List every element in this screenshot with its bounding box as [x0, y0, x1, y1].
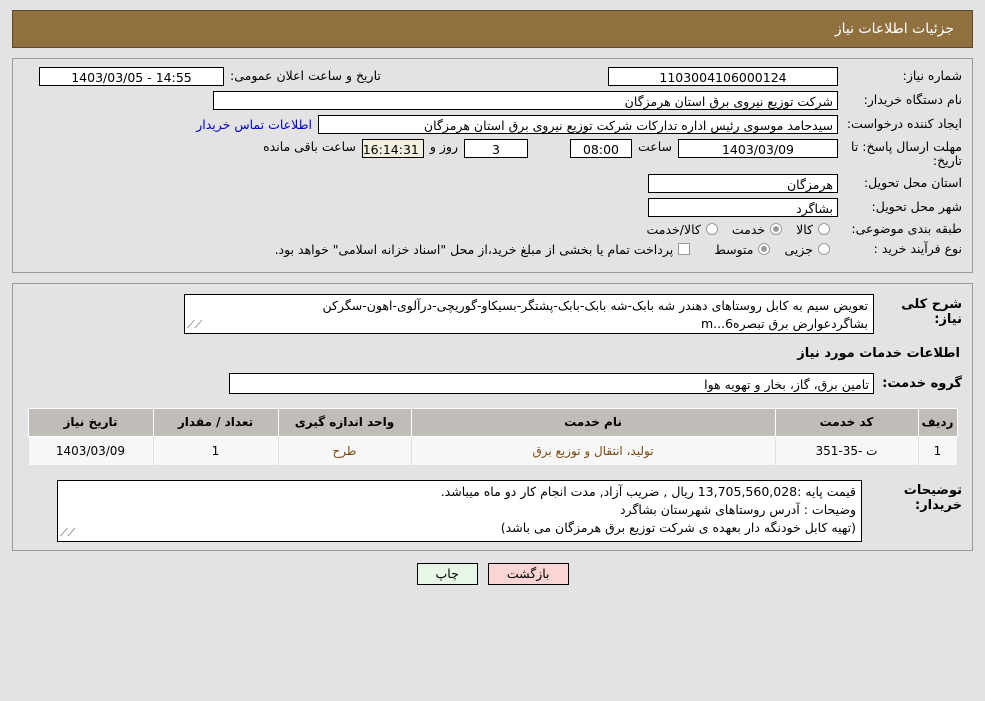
cell-row: 1	[917, 435, 958, 466]
row-category: طبقه بندی موضوعی: کالا خدمت کالا/خدمت	[23, 221, 962, 237]
cell-code: ت -35-351	[774, 435, 919, 466]
radio-icon-jozei[interactable]	[818, 243, 830, 256]
province-value: هرمزگان	[648, 173, 838, 193]
description-textarea[interactable]: تعویض سیم به کابل روستاهای دهندر شه بابک…	[184, 293, 874, 334]
services-table-header-row: ردیف کد خدمت نام خدمت واحد اندازه گیری ت…	[27, 407, 958, 437]
cell-unit: طرح	[277, 435, 412, 466]
need-number-label: شماره نیاز:	[902, 68, 962, 84]
radio-icon-kala[interactable]	[818, 223, 830, 236]
row-requester: ایجاد کننده درخواست: سیدحامد موسوی رئیس …	[23, 115, 962, 134]
buyer-notes-textarea[interactable]: قیمت پایه :13,705,560,028 ریال , ضریب آز…	[57, 479, 862, 542]
services-table: ردیف کد خدمت نام خدمت واحد اندازه گیری ت…	[27, 407, 958, 466]
radio-process-jozei[interactable]: جزیی	[784, 242, 830, 257]
cell-name: تولید، انتقال و توزیع برق	[410, 435, 776, 466]
buyer-contact-link[interactable]: اطلاعات تماس خریدار	[196, 117, 312, 132]
description-line-2: بشاگردعوارض برق تبصره6...m	[700, 315, 868, 331]
col-code: کد خدمت	[774, 407, 919, 437]
col-qty: تعداد / مقدار	[152, 407, 279, 437]
need-number-value: 1103004106000124	[608, 67, 838, 86]
col-unit: واحد اندازه گیری	[277, 407, 412, 437]
days-and-label: روز و	[429, 139, 458, 154]
resize-grip-icon[interactable]: ⟋⟋	[187, 317, 202, 333]
service-group-value: تامین برق، گاز، بخار و تهویه هوا	[229, 372, 874, 394]
buyer-notes-line-2: وضیحات : آدرس روستاهای شهرستان بشاگرد	[619, 501, 856, 517]
deadline-label: مهلت ارسال پاسخ: تا تاریخ:	[851, 139, 962, 169]
city-label: شهر محل تحویل:	[871, 199, 962, 215]
category-label: طبقه بندی موضوعی:	[851, 221, 962, 237]
back-button[interactable]: بازگشت	[487, 562, 569, 585]
buyer-org-label: نام دستگاه خریدار:	[863, 92, 962, 108]
city-value: بشاگرد	[648, 197, 838, 217]
row-service-group: گروه خدمت: تامین برق، گاز، بخار و تهویه …	[23, 372, 962, 394]
public-announce-value: 14:55 - 1403/03/05	[39, 67, 224, 86]
radio-icon-motavaset[interactable]	[758, 243, 771, 256]
remaining-clock-value: 16:14:31	[361, 139, 424, 158]
row-buyer-notes: توضیحات خریدار: قیمت پایه :13,705,560,02…	[23, 479, 962, 542]
page-header: جزئیات اطلاعات نیاز	[12, 10, 973, 48]
need-details-panel: شرح کلی نیاز: تعویض سیم به کابل روستاهای…	[12, 282, 973, 551]
table-row: 1 ت -35-351 تولید، انتقال و توزیع برق طر…	[27, 435, 958, 466]
radio-icon-khedmat[interactable]	[770, 223, 783, 236]
row-process-type: نوع فرآیند خرید : جزیی متوسط پرداخت تمام…	[23, 241, 962, 257]
radio-label-khedmat: خدمت	[731, 221, 766, 237]
radio-icon-kala-khedmat[interactable]	[705, 223, 718, 236]
row-buyer-org: نام دستگاه خریدار: شرکت توزیع نیروی برق …	[23, 91, 962, 110]
col-row: ردیف	[917, 407, 958, 437]
deadline-hour-label: ساعت	[637, 139, 672, 154]
description-label: شرح کلی نیاز:	[901, 296, 962, 327]
buyer-notes-line-3: (تهیه کابل خودنگه دار بعهده ی شرکت توزیع…	[500, 520, 856, 535]
radio-category-khedmat[interactable]: خدمت	[731, 221, 783, 237]
col-name: نام خدمت	[410, 407, 776, 437]
remaining-suffix-label: ساعت باقی مانده	[263, 139, 356, 154]
row-description: شرح کلی نیاز: تعویض سیم به کابل روستاهای…	[23, 293, 962, 334]
radio-category-kala-khedmat[interactable]: کالا/خدمت	[646, 221, 718, 237]
need-info-panel: شماره نیاز: 1103004106000124 تاریخ و ساع…	[12, 58, 973, 273]
radio-label-motavaset: متوسط	[714, 241, 754, 257]
remaining-days-value: 3	[463, 139, 528, 158]
treasury-checkbox-icon[interactable]	[678, 243, 691, 256]
buyer-notes-line-1: قیمت پایه :13,705,560,028 ریال , ضریب آز…	[440, 483, 856, 499]
buyer-org-value: شرکت توزیع نیروی برق استان هرمزگان	[213, 91, 838, 110]
treasury-checkbox-option[interactable]: پرداخت تمام یا بخشی از مبلغ خرید،از محل …	[275, 242, 691, 257]
col-date: تاریخ نیاز	[27, 407, 154, 437]
requester-value: سیدحامد موسوی رئیس اداره تدارکات شرکت تو…	[318, 115, 838, 134]
resize-grip-icon-notes[interactable]: ⟋⟋	[60, 525, 75, 541]
service-group-label: گروه خدمت:	[882, 375, 962, 391]
cell-qty: 1	[152, 435, 279, 466]
radio-process-motavaset[interactable]: متوسط	[714, 241, 771, 257]
row-need-number: شماره نیاز: 1103004106000124 تاریخ و ساع…	[23, 67, 962, 86]
radio-label-jozei: جزیی	[784, 241, 813, 257]
requester-label: ایجاد کننده درخواست:	[846, 116, 962, 132]
row-deadline: مهلت ارسال پاسخ: تا تاریخ: 1403/03/09 سا…	[23, 139, 962, 169]
province-label: استان محل تحویل:	[863, 175, 962, 191]
buyer-notes-label: توضیحات خریدار:	[903, 482, 962, 513]
deadline-time-value: 08:00	[569, 139, 632, 158]
radio-category-kala[interactable]: کالا	[796, 222, 830, 237]
row-city: شهر محل تحویل: بشاگرد	[23, 197, 962, 217]
cell-date: 1403/03/09	[27, 435, 154, 466]
button-bar: بازگشت چاپ	[0, 562, 985, 585]
radio-label-kala-khedmat: کالا/خدمت	[646, 221, 701, 237]
description-line-1: تعویض سیم به کابل روستاهای دهندر شه بابک…	[322, 297, 868, 313]
radio-label-kala: کالا	[796, 221, 813, 237]
print-button[interactable]: چاپ	[416, 562, 478, 585]
process-label: نوع فرآیند خرید :	[873, 241, 962, 257]
services-section-title: اطلاعات خدمات مورد نیاز	[797, 345, 960, 361]
treasury-text: پرداخت تمام یا بخشی از مبلغ خرید،از محل …	[274, 241, 674, 257]
deadline-date-value: 1403/03/09	[678, 139, 838, 158]
public-announce-label: تاریخ و ساعت اعلان عمومی:	[230, 68, 381, 84]
page-title: جزئیات اطلاعات نیاز	[834, 21, 954, 37]
row-province: استان محل تحویل: هرمزگان	[23, 173, 962, 193]
